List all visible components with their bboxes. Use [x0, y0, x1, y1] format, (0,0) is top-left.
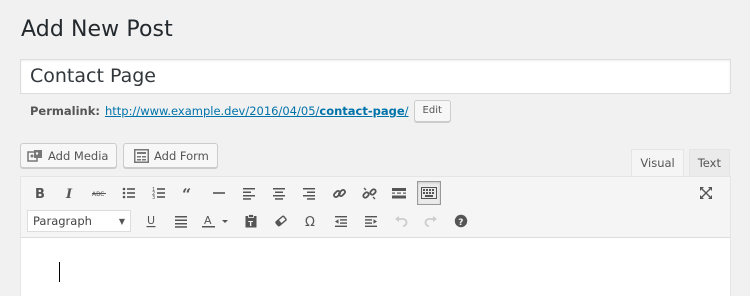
- help-icon[interactable]: ?: [449, 209, 473, 233]
- svg-text:ABC: ABC: [92, 191, 104, 198]
- text-cursor: [59, 262, 60, 282]
- svg-text:3: 3: [152, 195, 155, 200]
- unlink-icon[interactable]: [357, 181, 381, 205]
- align-left-icon[interactable]: [237, 181, 261, 205]
- permalink-trailing: /: [404, 104, 409, 118]
- horizontal-line-icon[interactable]: [207, 181, 231, 205]
- add-media-label: Add Media: [48, 148, 109, 163]
- svg-text:B: B: [35, 187, 45, 200]
- page-title: Add New Post: [21, 17, 173, 42]
- undo-icon[interactable]: [389, 209, 413, 233]
- justify-icon[interactable]: [169, 209, 193, 233]
- svg-text:T: T: [248, 220, 253, 228]
- read-more-icon[interactable]: [387, 181, 411, 205]
- outdent-icon[interactable]: [329, 209, 353, 233]
- special-character-icon[interactable]: Ω: [299, 209, 323, 233]
- svg-text:?: ?: [458, 218, 463, 228]
- link-icon[interactable]: [327, 181, 351, 205]
- align-right-icon[interactable]: [297, 181, 321, 205]
- text-color-icon[interactable]: A: [199, 209, 233, 233]
- toolbar-row-1: B I ABC 123 “: [27, 181, 447, 205]
- editor-toolbar: B I ABC 123 “ Paragraph ▼ U A T Ω ?: [21, 177, 730, 238]
- tab-visual[interactable]: Visual: [631, 149, 684, 177]
- svg-text:U: U: [147, 214, 155, 227]
- add-form-label: Add Form: [154, 148, 209, 163]
- tab-text[interactable]: Text: [688, 149, 730, 176]
- add-form-button[interactable]: Add Form: [123, 143, 218, 168]
- bulleted-list-icon[interactable]: [117, 181, 141, 205]
- fullscreen-icon[interactable]: [694, 181, 718, 205]
- permalink-url-base: http://www.example.dev/2016/04/05/: [104, 104, 320, 118]
- add-media-icon: [27, 149, 43, 163]
- bold-icon[interactable]: B: [27, 181, 51, 205]
- paste-as-text-icon[interactable]: T: [239, 209, 263, 233]
- redo-icon[interactable]: [419, 209, 443, 233]
- svg-text:“: “: [182, 186, 191, 200]
- clear-formatting-icon[interactable]: [269, 209, 293, 233]
- edit-permalink-button[interactable]: Edit: [413, 100, 451, 122]
- numbered-list-icon[interactable]: 123: [147, 181, 171, 205]
- permalink-link[interactable]: http://www.example.dev/2016/04/05/contac…: [105, 104, 409, 118]
- svg-text:Ω: Ω: [305, 215, 315, 228]
- post-title-input[interactable]: Contact Page: [20, 59, 731, 94]
- add-media-button[interactable]: Add Media: [20, 143, 118, 168]
- permalink-bar: Permalink: http://www.example.dev/2016/0…: [30, 99, 451, 123]
- underline-icon[interactable]: U: [139, 209, 163, 233]
- align-center-icon[interactable]: [267, 181, 291, 205]
- strikethrough-icon[interactable]: ABC: [87, 181, 111, 205]
- svg-text:I: I: [65, 187, 73, 200]
- toolbar-toggle-icon[interactable]: [417, 181, 441, 205]
- format-select[interactable]: Paragraph ▼: [27, 210, 131, 232]
- add-form-icon: [133, 148, 149, 163]
- toolbar-row-2: Paragraph ▼ U A T Ω ?: [27, 209, 479, 233]
- editor: B I ABC 123 “ Paragraph ▼ U A T Ω ?: [20, 176, 731, 296]
- chevron-down-icon: ▼: [118, 216, 125, 226]
- indent-icon[interactable]: [359, 209, 383, 233]
- svg-text:A: A: [204, 214, 212, 227]
- permalink-label: Permalink:: [30, 104, 100, 118]
- editor-content-area[interactable]: [21, 239, 730, 296]
- permalink-slug: contact-page: [319, 104, 405, 118]
- editor-tabs: Visual Text: [631, 149, 730, 177]
- blockquote-icon[interactable]: “: [177, 181, 201, 205]
- italic-icon[interactable]: I: [57, 181, 81, 205]
- format-select-value: Paragraph: [33, 214, 92, 228]
